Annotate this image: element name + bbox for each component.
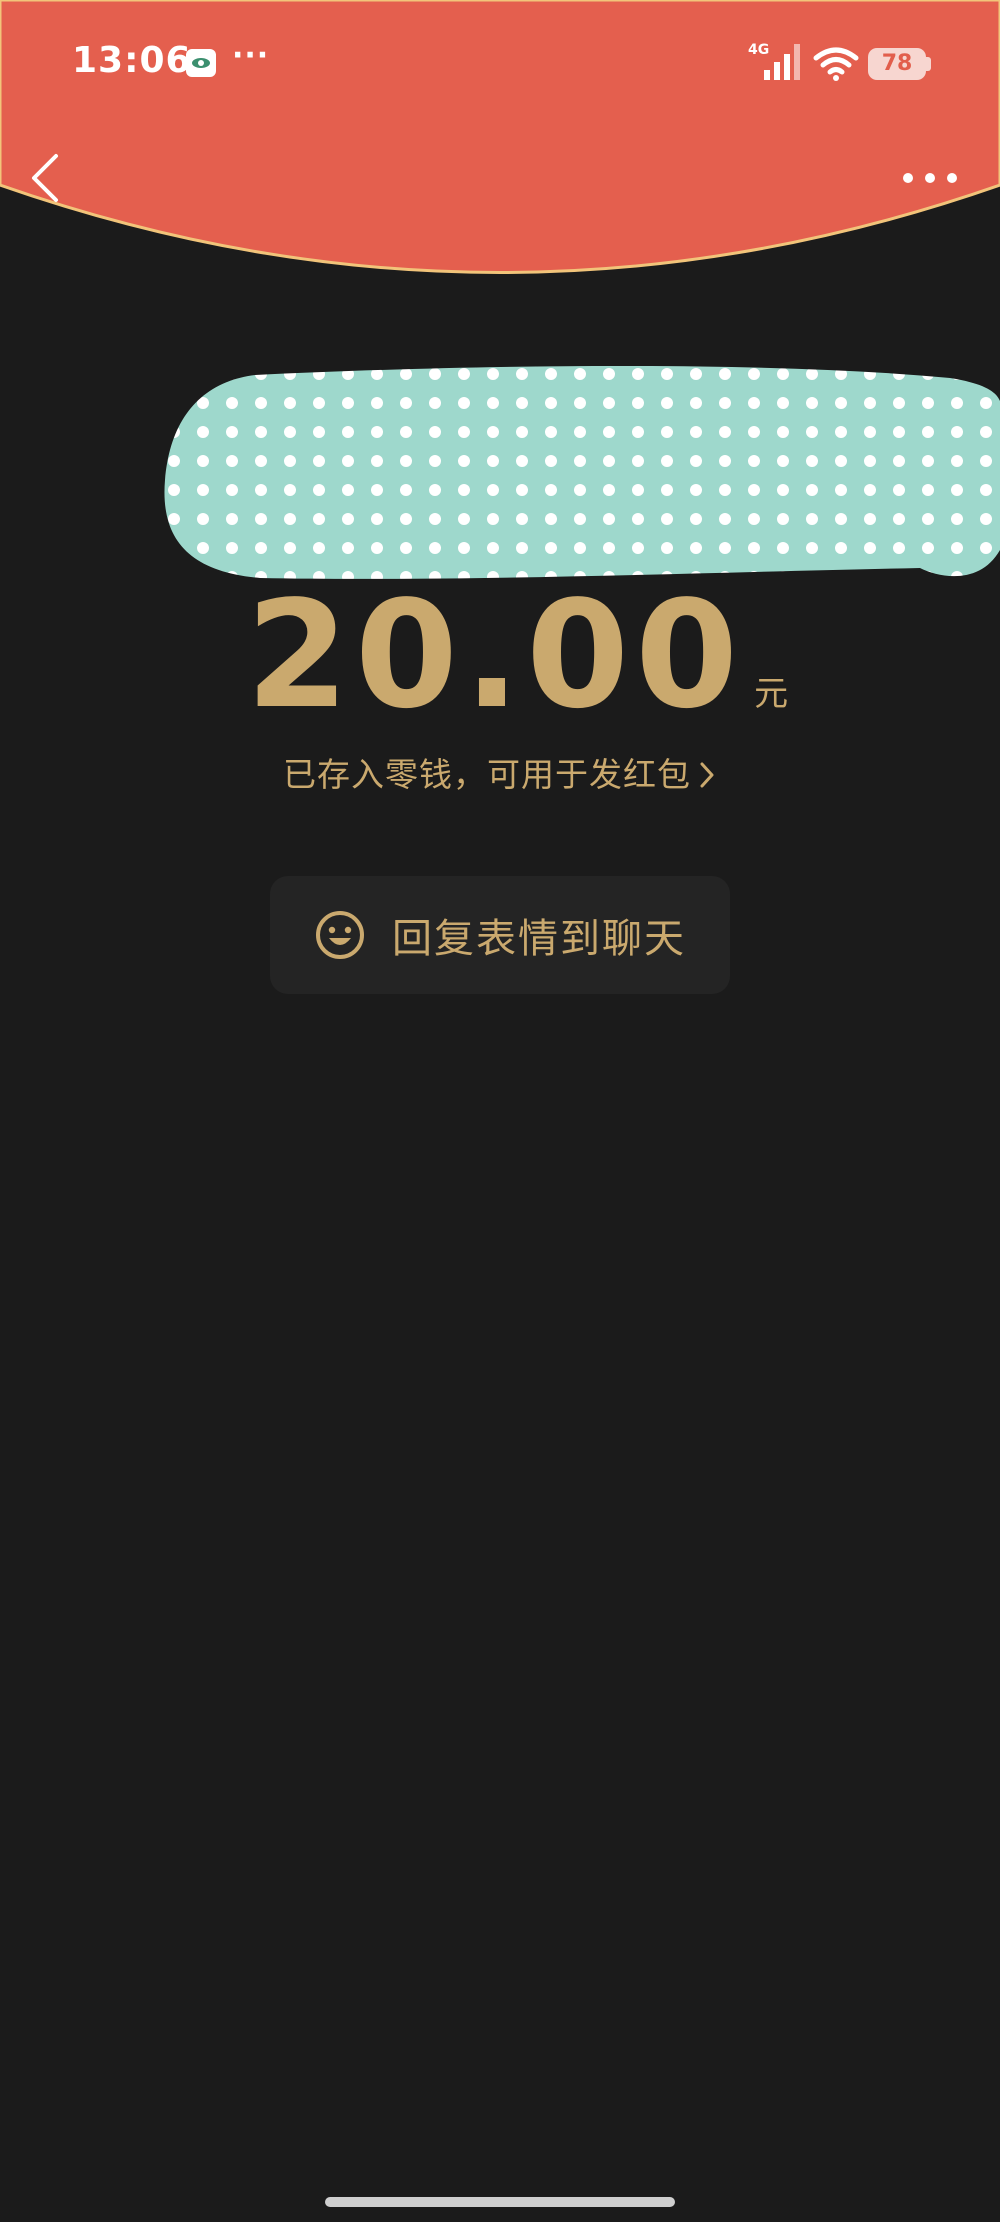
message-app-icon <box>186 49 216 77</box>
back-button[interactable] <box>24 150 66 206</box>
amount-value: 20.00 <box>245 569 745 741</box>
redacted-sender-area <box>164 365 1000 579</box>
more-options-button[interactable] <box>898 160 962 196</box>
stored-note-text: 已存入零钱，可用于发红包 <box>283 755 691 794</box>
battery-tip <box>926 57 931 71</box>
home-indicator[interactable] <box>325 2197 675 2207</box>
chevron-right-icon <box>700 762 714 788</box>
amount-group: 20.00 元 <box>246 580 788 730</box>
status-bar: 13:06 ··· 4G 78 <box>0 0 1000 130</box>
amount-row: 20.00 元 <box>0 580 1000 730</box>
cellular-signal-icon: 4G <box>748 42 800 80</box>
network-type-label: 4G <box>748 42 769 58</box>
smile-icon <box>316 911 364 959</box>
reply-sticker-button[interactable]: 回复表情到聊天 <box>270 876 730 994</box>
notification-dots: ··· <box>232 38 270 73</box>
status-time: 13:06 <box>72 40 192 81</box>
stored-to-change-link[interactable]: 已存入零钱，可用于发红包 <box>283 755 717 794</box>
battery-indicator: 78 <box>868 48 926 80</box>
wifi-icon <box>813 47 859 81</box>
more-dots-icon <box>903 173 957 183</box>
red-packet-detail-screen: 13:06 ··· 4G 78 20.00 元 已存入零钱，可用于发红包 回复表… <box>0 0 1000 2222</box>
currency-unit: 元 <box>754 674 789 714</box>
reply-button-label: 回复表情到聊天 <box>392 916 686 962</box>
back-chevron-icon <box>32 154 58 202</box>
stored-note: 已存入零钱，可用于发红包 <box>0 748 1000 796</box>
